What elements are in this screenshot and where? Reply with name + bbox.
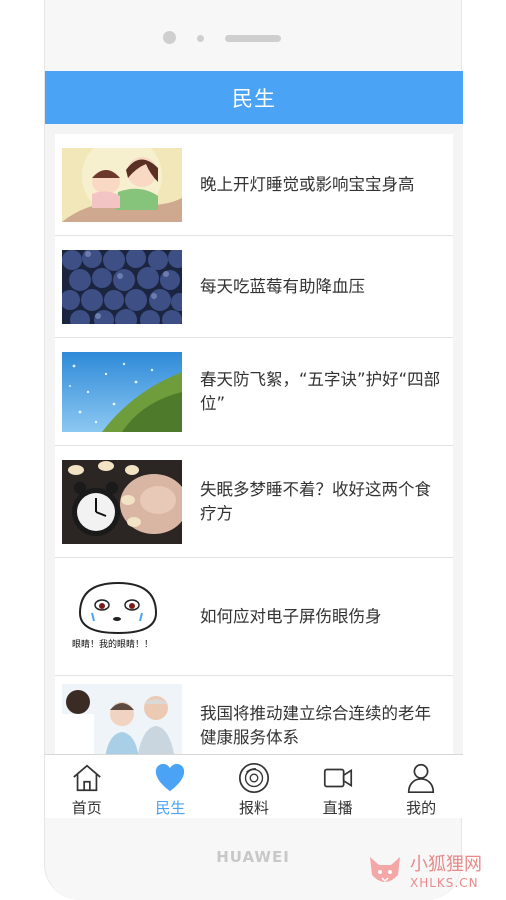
tab-minsheng[interactable]: 民生 [135, 755, 205, 818]
catkins-tree-thumbnail [62, 351, 182, 432]
tab-label: 首页 [71, 799, 102, 817]
site-watermark: 小狐狸网 XHLKS.CN [366, 850, 482, 890]
list-item[interactable]: 眼睛！我的眼睛！！ 如何应对电子屏伤眼伤身 [55, 558, 453, 676]
earpiece-speaker [225, 35, 281, 42]
video-camera-icon [323, 768, 352, 788]
article-title[interactable]: 春天防飞絮，“五字诀”护好“四部位” [200, 368, 453, 416]
tab-label: 我的 [406, 799, 437, 817]
disc-icon [238, 762, 270, 794]
page-title: 民生 [232, 86, 276, 111]
watermark-name: 小狐狸网 [410, 854, 482, 875]
tab-home[interactable]: 首页 [52, 755, 122, 818]
tab-report[interactable]: 报料 [219, 755, 289, 818]
tab-live[interactable]: 直播 [303, 755, 373, 818]
app-screen: 民生 晚上开灯睡觉或影响宝宝身高 每天吃蓝莓有助降血压 春天防飞絮，“五字诀”护… [45, 71, 463, 818]
phone-frame: 民生 晚上开灯睡觉或影响宝宝身高 每天吃蓝莓有助降血压 春天防飞絮，“五字诀”护… [44, 0, 463, 900]
home-icon [73, 764, 101, 792]
baby-sleeping-thumbnail [62, 147, 182, 222]
list-item[interactable]: 每天吃蓝莓有助降血压 [55, 236, 453, 338]
meme-caption: 眼睛！我的眼睛！！ [72, 639, 154, 650]
tab-label: 直播 [322, 799, 353, 817]
tab-label: 报料 [238, 799, 269, 817]
fox-logo-icon [370, 857, 400, 883]
watermark-domain: XHLKS.CN [410, 876, 479, 890]
app-bar: 民生 [45, 71, 463, 124]
heart-icon [156, 763, 185, 792]
list-item[interactable]: 晚上开灯睡觉或影响宝宝身高 [55, 134, 453, 236]
tab-label: 民生 [155, 799, 186, 817]
phone-top-bezel [45, 0, 461, 72]
bottom-tab-bar: 首页 民生 报料 直播 我的 [45, 754, 463, 818]
article-title[interactable]: 晚上开灯睡觉或影响宝宝身高 [200, 173, 425, 197]
crying-meme-thumbnail: 眼睛！我的眼睛！！ [62, 574, 182, 659]
proximity-sensor [197, 35, 204, 42]
front-camera [163, 31, 176, 44]
list-item[interactable]: 失眠多梦睡不着？收好这两个食疗方 [55, 446, 453, 558]
stage: 民生 晚上开灯睡觉或影响宝宝身高 每天吃蓝莓有助降血压 春天防飞絮，“五字诀”护… [0, 0, 506, 900]
article-title[interactable]: 失眠多梦睡不着？收好这两个食疗方 [200, 478, 453, 526]
alarm-clock-sheep-thumbnail [62, 459, 182, 544]
list-item[interactable]: 春天防飞絮，“五字诀”护好“四部位” [55, 338, 453, 446]
blueberries-thumbnail [62, 249, 182, 324]
article-title[interactable]: 如何应对电子屏伤眼伤身 [200, 605, 392, 629]
article-list[interactable]: 晚上开灯睡觉或影响宝宝身高 每天吃蓝莓有助降血压 春天防飞絮，“五字诀”护好“四… [55, 134, 453, 776]
tab-me[interactable]: 我的 [386, 755, 456, 818]
article-title[interactable]: 我国将推动建立综合连续的老年健康服务体系 [200, 702, 453, 750]
article-title[interactable]: 每天吃蓝莓有助降血压 [200, 275, 375, 299]
user-icon [408, 763, 435, 794]
